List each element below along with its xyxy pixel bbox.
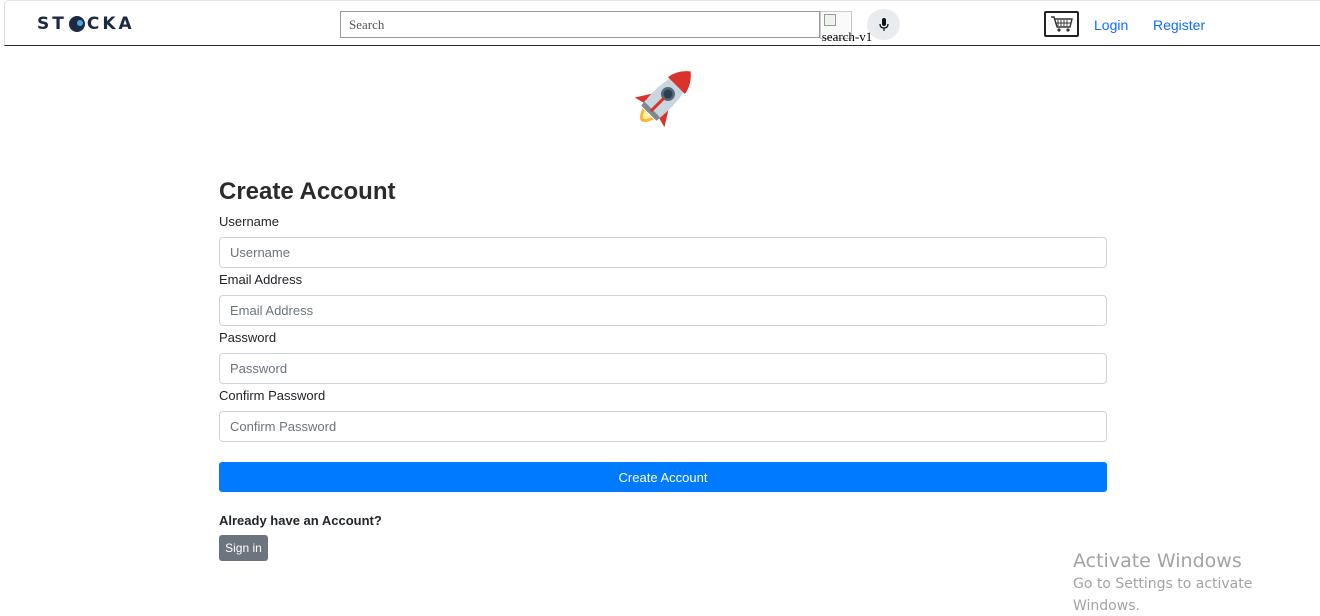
- email-input[interactable]: [219, 295, 1107, 326]
- create-account-form: Create Account Username Email Address Pa…: [219, 176, 1107, 561]
- brand-logo[interactable]: ST CKA: [37, 13, 135, 35]
- cart-button[interactable]: [1044, 11, 1079, 37]
- voice-search-button[interactable]: [867, 9, 900, 40]
- microphone-icon: [878, 17, 889, 31]
- top-navbar: STCKA search-v1 Login Register: [4, 0, 1320, 46]
- already-have-account-text: Already have an Account?: [219, 513, 382, 528]
- broken-image-icon: [824, 14, 836, 26]
- login-link[interactable]: Login: [1094, 17, 1128, 33]
- rocket-icon: [634, 71, 691, 128]
- search-input[interactable]: [340, 11, 820, 38]
- password-label: Password: [219, 330, 277, 345]
- password-input[interactable]: [219, 353, 1107, 384]
- confirm-password-label: Confirm Password: [219, 388, 326, 403]
- email-label: Email Address: [219, 272, 303, 287]
- watermark-title: Activate Windows: [1073, 550, 1242, 572]
- watermark-subtitle: Go to Settings to activate Windows.: [1073, 576, 1253, 614]
- form-title: Create Account: [219, 178, 396, 205]
- create-account-button[interactable]: Create Account: [219, 462, 1107, 492]
- confirm-password-input[interactable]: [219, 411, 1107, 442]
- logo-o-icon: [68, 16, 85, 32]
- username-input[interactable]: [219, 237, 1107, 268]
- cart-icon: [1050, 16, 1073, 32]
- sign-in-button[interactable]: Sign in: [219, 535, 268, 561]
- activate-windows-watermark: Activate Windows Go to Settings to activ…: [1073, 549, 1320, 616]
- register-link[interactable]: Register: [1153, 17, 1205, 33]
- username-label: Username: [219, 214, 279, 229]
